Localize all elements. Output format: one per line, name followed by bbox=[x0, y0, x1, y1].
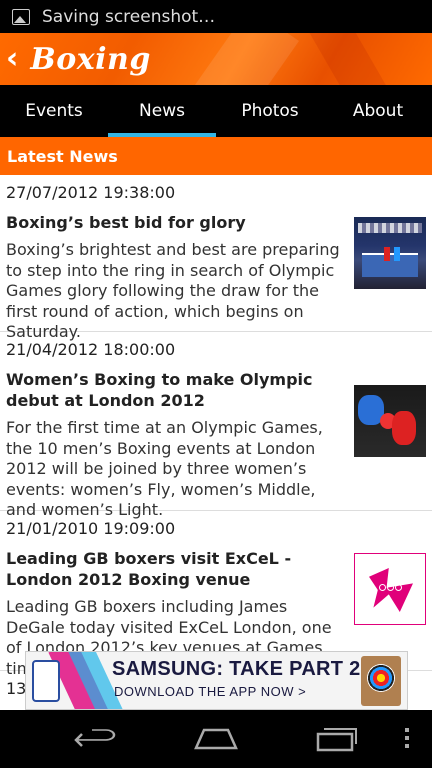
back-icon[interactable] bbox=[74, 724, 118, 752]
archery-target-icon bbox=[361, 656, 401, 706]
news-title[interactable]: Boxing’s best bid for glory bbox=[6, 212, 348, 233]
london-2012-logo-thumbnail[interactable] bbox=[354, 553, 426, 625]
news-item[interactable]: 21/01/2010 19:09:00 Leading GB boxers vi… bbox=[0, 511, 432, 678]
news-date: 27/07/2012 19:38:00 bbox=[6, 183, 176, 202]
system-nav-bar bbox=[0, 710, 432, 768]
news-body: Boxing’s brightest and best are preparin… bbox=[6, 240, 340, 341]
ad-banner[interactable]: SAMSUNG: TAKE PART 2012 DOWNLOAD THE APP… bbox=[25, 651, 408, 710]
thumbnail-lights bbox=[358, 223, 422, 233]
status-text: Saving screenshot… bbox=[42, 6, 216, 27]
ad-subtitle: DOWNLOAD THE APP NOW > bbox=[114, 684, 307, 699]
home-icon[interactable] bbox=[194, 724, 238, 752]
overflow-menu-icon[interactable] bbox=[400, 724, 414, 752]
app-title: Boxing bbox=[30, 41, 151, 77]
news-thumbnail[interactable] bbox=[354, 385, 426, 457]
chevron-left-icon[interactable]: ‹ bbox=[6, 44, 18, 74]
news-date: 21/04/2012 18:00:00 bbox=[6, 340, 176, 359]
recent-apps-icon[interactable] bbox=[314, 724, 358, 752]
thumbnail-boxer bbox=[394, 247, 400, 261]
news-item[interactable]: 27/07/2012 19:38:00 Boxing’s best bid fo… bbox=[0, 175, 432, 341]
news-title[interactable]: Leading GB boxers visit ExCeL - London 2… bbox=[6, 548, 348, 590]
thumbnail-ring bbox=[362, 253, 418, 277]
image-icon bbox=[12, 8, 30, 25]
tab-bar: Events News Photos About bbox=[0, 85, 432, 137]
tab-news[interactable]: News bbox=[108, 85, 216, 137]
news-item[interactable]: 21/04/2012 18:00:00 Women’s Boxing to ma… bbox=[0, 332, 432, 519]
status-bar: Saving screenshot… bbox=[0, 0, 432, 33]
thumbnail-boxer bbox=[392, 411, 416, 445]
news-body: For the first time at an Olympic Games, … bbox=[6, 418, 323, 519]
news-thumbnail[interactable] bbox=[354, 217, 426, 289]
header-decoration bbox=[302, 33, 398, 85]
thumbnail-boxer bbox=[384, 247, 390, 261]
tab-photos[interactable]: Photos bbox=[216, 85, 324, 137]
tab-events[interactable]: Events bbox=[0, 85, 108, 137]
tab-about[interactable]: About bbox=[324, 85, 432, 137]
section-header: Latest News bbox=[0, 137, 432, 175]
ad-title: SAMSUNG: TAKE PART 2012 bbox=[112, 658, 395, 680]
header-decoration bbox=[181, 33, 299, 85]
app-header: ‹ Boxing bbox=[0, 33, 432, 85]
news-list[interactable]: 27/07/2012 19:38:00 Boxing’s best bid fo… bbox=[0, 175, 432, 710]
olympic-rings-icon bbox=[379, 584, 403, 594]
phone-icon bbox=[32, 660, 60, 702]
news-title[interactable]: Women’s Boxing to make Olympic debut at … bbox=[6, 369, 348, 411]
news-date: 21/01/2010 19:09:00 bbox=[6, 519, 176, 538]
